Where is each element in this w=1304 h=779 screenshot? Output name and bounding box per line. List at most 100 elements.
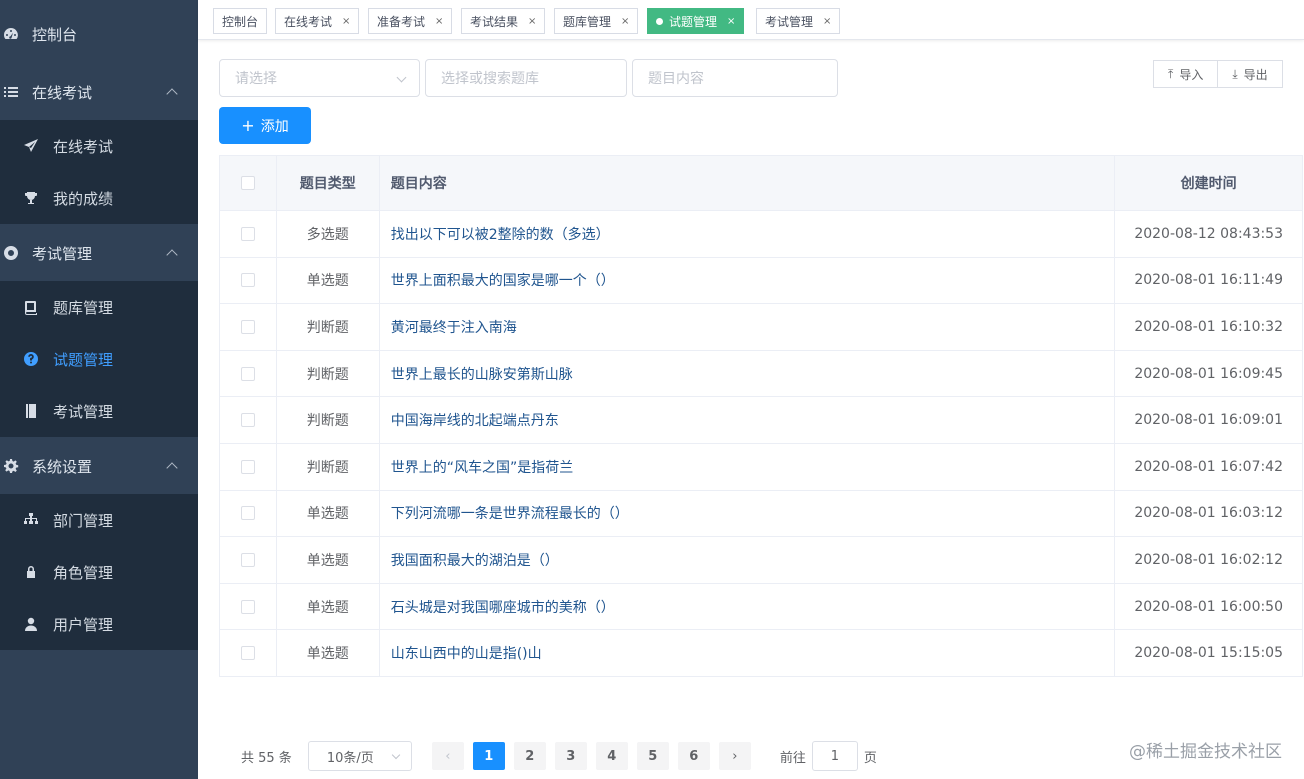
close-icon[interactable]: × (342, 16, 350, 27)
menu-my-scores-label: 我的成绩 (53, 189, 114, 208)
row-checkbox-cell (220, 397, 277, 443)
row-type: 判断题 (277, 304, 380, 350)
table-row[interactable]: 单选题 石头城是对我国哪座城市的美称（） 2020-08-01 16:00:50 (220, 583, 1302, 631)
table-row[interactable]: 单选题 世界上面积最大的国家是哪一个（） 2020-08-01 16:11:49 (220, 257, 1302, 305)
table-row[interactable]: 判断题 世界上的“风车之国”是指荷兰 2020-08-01 16:07:42 (220, 443, 1302, 491)
prev-page-button[interactable]: ‹ (431, 742, 464, 770)
row-type: 多选题 (277, 211, 380, 257)
row-content-link[interactable]: 中国海岸线的北起端点丹东 (380, 397, 1116, 443)
table-row[interactable]: 判断题 黄河最终于注入南海 2020-08-01 16:10:32 (220, 304, 1302, 351)
menu-dept[interactable]: 部门管理 (0, 494, 198, 546)
tag-online-exam[interactable]: 在线考试 × (275, 8, 360, 34)
close-icon[interactable]: × (823, 16, 831, 27)
menu-my-scores[interactable]: 我的成绩 (0, 172, 198, 224)
menu-bank-mgmt[interactable]: 题库管理 (0, 281, 198, 333)
close-icon[interactable]: × (435, 16, 443, 27)
row-time: 2020-08-01 16:07:42 (1134, 458, 1284, 475)
menu-system[interactable]: 系统设置 (0, 438, 198, 494)
question-type-select[interactable]: 请选择 (219, 59, 420, 97)
table-row[interactable]: 判断题 世界上最长的山脉安第斯山脉 2020-08-01 16:09:45 (220, 350, 1302, 398)
tag-exam-mgmt[interactable]: 考试管理 × (756, 8, 841, 34)
page-size-value: 10条/页 (326, 750, 374, 766)
row-checkbox[interactable] (240, 226, 255, 241)
row-content-link[interactable]: 世界上最长的山脉安第斯山脉 (380, 350, 1116, 397)
menu-online-exam[interactable]: 在线考试 (0, 64, 198, 120)
close-icon[interactable]: × (727, 16, 735, 27)
menu-dashboard-label: 控制台 (32, 25, 78, 44)
row-content-link[interactable]: 世界上面积最大的国家是哪一个（） (380, 257, 1116, 304)
tag-dashboard[interactable]: 控制台 (213, 8, 268, 34)
tag-label: 准备考试 (377, 14, 426, 29)
row-content-link[interactable]: 黄河最终于注入南海 (380, 304, 1116, 350)
tag-exam-result[interactable]: 考试结果 × (461, 8, 546, 34)
menu-exam-mgmt-label: 考试管理 (32, 244, 93, 263)
page-3[interactable]: 3 (554, 742, 587, 770)
menu-online-exam-sub[interactable]: 在线考试 (0, 120, 198, 172)
row-checkbox[interactable] (240, 646, 255, 661)
row-content-link[interactable]: 世界上的“风车之国”是指荷兰 (380, 443, 1116, 490)
question-content-input[interactable]: 题目内容 (632, 59, 838, 97)
row-checkbox-cell (220, 443, 277, 490)
tag-bank-mgmt[interactable]: 题库管理 × (554, 8, 639, 34)
row-checkbox[interactable] (240, 599, 255, 614)
export-label: 导出 (1243, 67, 1268, 82)
page-6[interactable]: 6 (677, 742, 710, 770)
row-time: 2020-08-01 16:10:32 (1134, 318, 1284, 335)
menu-question-mgmt[interactable]: 试题管理 (0, 333, 198, 385)
chevron-up-icon (166, 249, 178, 261)
row-checkbox[interactable] (240, 506, 255, 521)
add-label: 添加 (260, 118, 289, 135)
row-checkbox[interactable] (240, 366, 255, 381)
menu-role-label: 角色管理 (53, 563, 114, 582)
next-page-button[interactable]: › (718, 742, 751, 770)
row-content-link[interactable]: 我国面积最大的湖泊是（） (380, 537, 1116, 583)
menu-exam-mgmt-sub[interactable]: 考试管理 (0, 385, 198, 437)
user-icon (22, 615, 40, 633)
goto-page: 前往 1 页 (780, 741, 877, 771)
import-button[interactable]: ⤒ 导入 (1153, 60, 1219, 88)
menu-user[interactable]: 用户管理 (0, 598, 198, 650)
table-row[interactable]: 单选题 山东山西中的山是指()山 2020-08-01 15:15:05 (220, 630, 1302, 677)
table-row[interactable]: 多选题 找出以下可以被2整除的数（多选） 2020-08-12 08:43:53 (220, 211, 1302, 258)
header-checkbox-cell (220, 156, 277, 210)
row-checkbox-cell (220, 537, 277, 583)
page-4[interactable]: 4 (595, 742, 628, 770)
close-icon[interactable]: × (621, 16, 629, 27)
row-checkbox-cell (220, 350, 277, 397)
row-checkbox[interactable] (240, 552, 255, 567)
menu-question-mgmt-label: 试题管理 (53, 350, 114, 369)
goto-page-input[interactable]: 1 (811, 741, 858, 771)
tag-label: 考试结果 (470, 14, 519, 29)
export-button[interactable]: ⤓ 导出 (1218, 60, 1283, 88)
table-row[interactable]: 单选题 我国面积最大的湖泊是（） 2020-08-01 16:02:12 (220, 537, 1302, 584)
tag-prepare-exam[interactable]: 准备考试 × (368, 8, 453, 34)
menu-bank-mgmt-label: 题库管理 (53, 298, 114, 317)
page-1[interactable]: 1 (472, 742, 505, 770)
close-icon[interactable]: × (528, 16, 536, 27)
row-content-link[interactable]: 石头城是对我国哪座城市的美称（） (380, 583, 1116, 630)
row-checkbox[interactable] (240, 413, 255, 428)
page-5[interactable]: 5 (636, 742, 669, 770)
tag-question-mgmt[interactable]: 试题管理 × (647, 8, 745, 34)
tag-label: 控制台 (222, 14, 259, 29)
row-content-link[interactable]: 找出以下可以被2整除的数（多选） (380, 211, 1116, 257)
menu-exam-mgmt[interactable]: 考试管理 (0, 225, 198, 281)
page-size-select[interactable]: 10条/页 (307, 741, 412, 771)
table-row[interactable]: 判断题 中国海岸线的北起端点丹东 2020-08-01 16:09:01 (220, 397, 1302, 444)
row-checkbox[interactable] (240, 319, 255, 334)
menu-role[interactable]: 角色管理 (0, 546, 198, 598)
menu-dashboard[interactable]: 控制台 (0, 6, 198, 62)
row-checkbox[interactable] (240, 459, 255, 474)
lock-icon (22, 563, 40, 581)
row-content-link[interactable]: 山东山西中的山是指()山 (380, 630, 1116, 676)
menu-online-exam-label: 在线考试 (32, 83, 93, 102)
sitemap-icon (22, 511, 40, 529)
page-2[interactable]: 2 (513, 742, 546, 770)
row-checkbox[interactable] (240, 273, 255, 288)
table-row[interactable]: 单选题 下列河流哪一条是世界流程最长的（） 2020-08-01 16:03:12 (220, 490, 1302, 538)
select-all-checkbox[interactable] (240, 176, 255, 190)
add-button[interactable]: + 添加 (219, 107, 311, 144)
question-bank-select[interactable]: 选择或搜索题库 (425, 59, 627, 97)
table-header: 题目类型 题目内容 创建时间 (220, 156, 1302, 211)
row-content-link[interactable]: 下列河流哪一条是世界流程最长的（） (380, 490, 1116, 537)
